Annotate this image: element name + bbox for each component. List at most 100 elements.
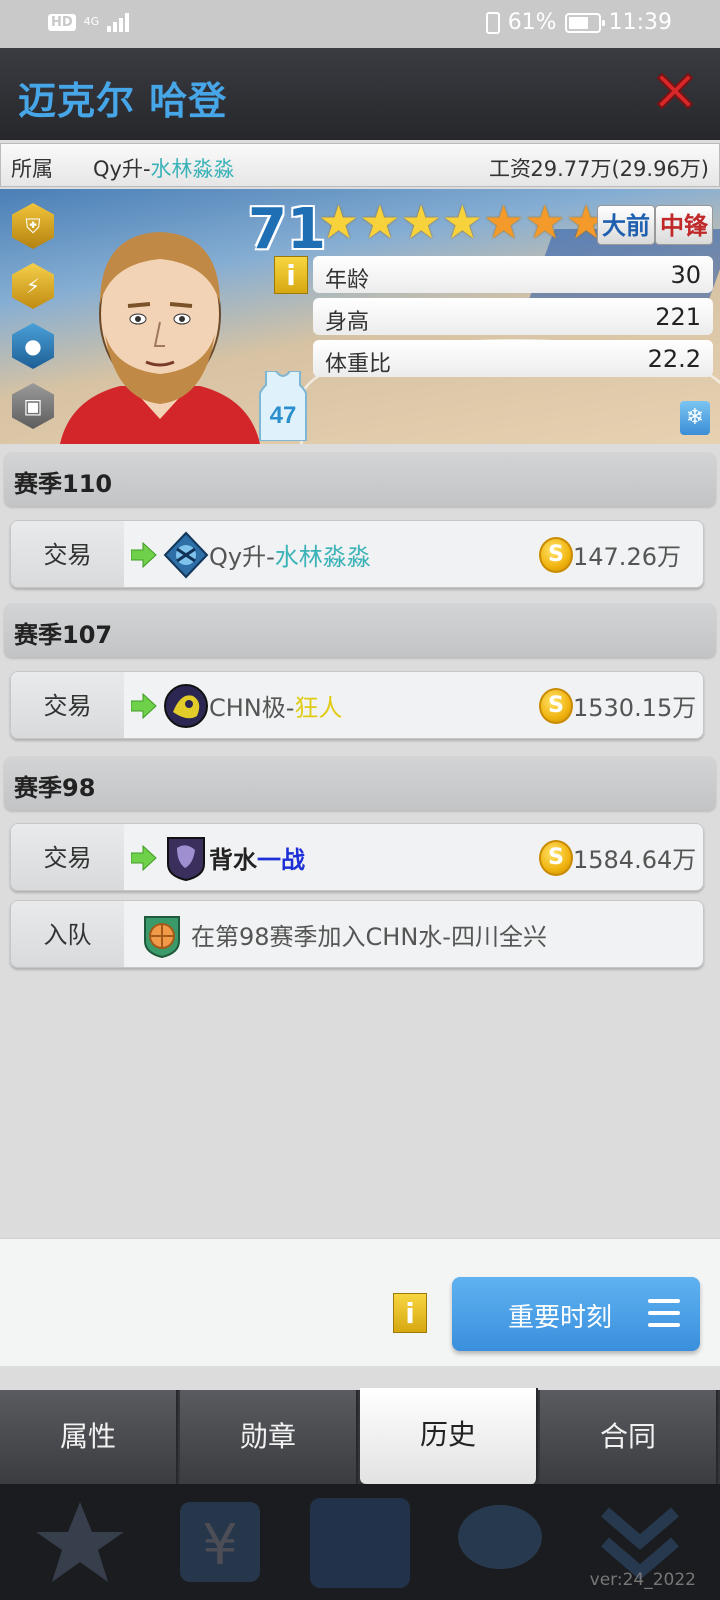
history-event-row[interactable]: 交易 Qy升-水林淼淼 S 147.26万 bbox=[10, 520, 704, 588]
event-team-name: 一战 bbox=[257, 846, 305, 874]
event-team: CHN极-狂人 bbox=[209, 688, 342, 723]
jersey-number: 47 bbox=[270, 402, 297, 429]
gold-star-icon: ★ bbox=[441, 195, 483, 249]
team-label: 所属 bbox=[11, 157, 53, 181]
team-logo-icon bbox=[164, 684, 208, 728]
status-bar: HD 4G 61% 11:39 bbox=[0, 0, 720, 48]
event-type: 入队 bbox=[11, 901, 124, 967]
close-icon[interactable] bbox=[652, 68, 698, 114]
stat-value: 30 bbox=[670, 261, 701, 289]
star-icon bbox=[20, 1492, 140, 1592]
event-team-name: 水林淼淼 bbox=[274, 543, 371, 571]
background-dock: ¥ ver:24_2022 bbox=[0, 1484, 720, 1600]
event-type: 交易 bbox=[11, 521, 124, 587]
team-crest-icon bbox=[144, 916, 180, 959]
lock-badge-icon[interactable]: ▣ bbox=[12, 383, 54, 429]
season-header: 赛季98 bbox=[4, 756, 716, 810]
event-price: 1584.64万 bbox=[573, 846, 697, 874]
event-team-name: 狂人 bbox=[294, 694, 343, 722]
team-prefix: Qy升- bbox=[93, 157, 151, 181]
arrow-right-icon bbox=[131, 845, 157, 871]
important-moments-label: 重要时刻 bbox=[508, 1303, 613, 1333]
stat-row-height: 身高 221 bbox=[313, 298, 713, 335]
season-label: 赛季107 bbox=[14, 621, 113, 649]
signal-icon bbox=[107, 12, 130, 32]
tab-bar: 属性 勋章 历史 合同 bbox=[0, 1388, 720, 1484]
version-label: ver:24_2022 bbox=[589, 1570, 696, 1590]
stat-value: 221 bbox=[655, 303, 701, 331]
tab-history[interactable]: 历史 bbox=[360, 1388, 538, 1484]
gold-star-icon: ★ bbox=[400, 195, 442, 249]
stat-label: 年龄 bbox=[325, 268, 370, 293]
season-label: 赛季98 bbox=[14, 774, 96, 802]
event-team-prefix: Qy升- bbox=[209, 543, 275, 571]
badge-column: ⛨ ⚡ ● ▣ bbox=[12, 203, 54, 429]
gold-star-icon: ★ bbox=[359, 195, 401, 249]
star-rating: ★ ★ ★ ★ ★ ★ ★ bbox=[318, 199, 607, 245]
overall-rating: 71 bbox=[248, 197, 326, 262]
coin-icon: S bbox=[539, 840, 573, 876]
chat-icon bbox=[440, 1492, 560, 1592]
season-header: 赛季110 bbox=[4, 452, 716, 506]
history-event-row[interactable]: 交易 CHN极-狂人 S 1530.15万 bbox=[10, 671, 704, 739]
event-type: 交易 bbox=[11, 824, 124, 890]
battery-icon bbox=[564, 12, 605, 33]
team-logo-icon bbox=[167, 837, 205, 882]
orange-star-icon: ★ bbox=[524, 195, 566, 249]
position-badge-c: 中锋 bbox=[655, 205, 713, 245]
info-icon[interactable]: i bbox=[393, 1293, 427, 1333]
history-event-row[interactable]: 入队 在第98赛季加入CHN水-四川全兴 bbox=[10, 900, 704, 968]
history-event-row[interactable]: 交易 背水一战 S 1584.64万 bbox=[10, 823, 704, 891]
season-label: 赛季110 bbox=[14, 470, 113, 498]
tab-contract[interactable]: 合同 bbox=[540, 1390, 718, 1484]
yen-icon: ¥ bbox=[160, 1492, 280, 1592]
title-bar: 迈克尔 哈登 bbox=[0, 48, 720, 140]
bottom-panel: i 重要时刻 bbox=[0, 1238, 720, 1366]
stat-label: 身高 bbox=[325, 310, 370, 335]
season-header: 赛季107 bbox=[4, 603, 716, 657]
info-bar: 所属 Qy升-水林淼淼 工资 29.77万(29.96万) bbox=[0, 143, 720, 187]
battery-percent: 61% bbox=[507, 10, 557, 35]
player-name: 迈克尔 哈登 bbox=[18, 79, 228, 123]
arrow-right-icon bbox=[131, 693, 157, 719]
coin-icon: S bbox=[539, 688, 573, 724]
hd-icon: HD bbox=[48, 13, 76, 31]
info-icon[interactable]: i bbox=[274, 256, 308, 294]
team-logo-icon bbox=[163, 531, 209, 579]
clock: 11:39 bbox=[608, 10, 672, 35]
event-team-prefix: CHN极- bbox=[209, 694, 295, 722]
event-team: Qy升-水林淼淼 bbox=[209, 537, 371, 572]
jersey-icon: 47 bbox=[259, 371, 307, 441]
salary-value: 29.77万(29.96万) bbox=[530, 157, 709, 181]
arrow-right-icon bbox=[131, 542, 157, 568]
svg-text:¥: ¥ bbox=[202, 1513, 238, 1578]
event-price: 1530.15万 bbox=[573, 694, 697, 722]
team-name: 水林淼淼 bbox=[150, 157, 235, 181]
stat-label: 体重比 bbox=[325, 352, 392, 377]
event-team: 背水一战 bbox=[209, 840, 305, 875]
stat-value: 22.2 bbox=[647, 345, 701, 373]
coin-icon: S bbox=[539, 537, 573, 573]
snowflake-icon[interactable]: ❄ bbox=[680, 401, 710, 435]
tab-medals[interactable]: 勋章 bbox=[180, 1390, 358, 1484]
network-type: 4G bbox=[83, 15, 100, 28]
vibrate-icon bbox=[485, 11, 500, 34]
event-price: 147.26万 bbox=[573, 543, 681, 571]
orange-star-icon: ★ bbox=[483, 195, 525, 249]
lightning-badge-icon[interactable]: ⚡ bbox=[12, 263, 54, 309]
stat-row-weight-ratio: 体重比 22.2 bbox=[313, 340, 713, 377]
player-card: ⛨ ⚡ ● ▣ 71 ★ ★ ★ ★ ★ ★ ★ 大前 中锋 i 年龄 30 身高 221 … bbox=[0, 189, 720, 444]
jersey-menu-icon bbox=[300, 1492, 420, 1592]
event-type: 交易 bbox=[11, 672, 124, 738]
important-moments-button[interactable]: 重要时刻 bbox=[452, 1277, 700, 1351]
event-team-prefix: 背水 bbox=[209, 846, 257, 874]
position-badge-pf: 大前 bbox=[597, 205, 655, 245]
team-link[interactable]: Qy升-水林淼淼 bbox=[93, 153, 235, 183]
basketball-badge-icon[interactable]: ● bbox=[12, 323, 54, 369]
stat-row-age: 年龄 30 bbox=[313, 256, 713, 293]
menu-icon bbox=[648, 1299, 680, 1327]
player-avatar bbox=[60, 232, 260, 444]
shield-badge-icon[interactable]: ⛨ bbox=[12, 203, 54, 249]
tab-attributes[interactable]: 属性 bbox=[0, 1390, 178, 1484]
gold-star-icon: ★ bbox=[318, 195, 360, 249]
